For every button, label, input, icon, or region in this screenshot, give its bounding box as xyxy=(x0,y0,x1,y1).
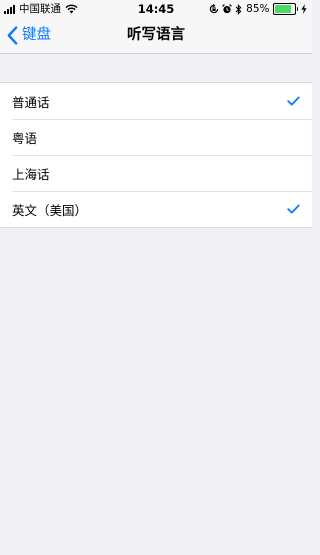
checkmark-icon xyxy=(287,96,300,106)
language-list: 普通话 粤语 上海话 英文（美国） xyxy=(0,82,312,228)
battery-tip xyxy=(296,7,298,11)
status-right: 85% xyxy=(206,2,307,16)
battery-fill xyxy=(274,5,291,13)
language-item-english-us[interactable]: 英文（美国） xyxy=(0,191,312,227)
checkmark-icon xyxy=(287,204,300,214)
language-label: 英文（美国） xyxy=(12,202,88,218)
battery-icon xyxy=(272,3,296,15)
battery-percent: 85% xyxy=(246,3,270,15)
charging-icon xyxy=(301,4,307,14)
language-label: 粤语 xyxy=(12,130,38,146)
language-label: 上海话 xyxy=(12,166,50,182)
navigation-bar: 键盘 听写语言 xyxy=(0,18,312,54)
language-item-shanghainese[interactable]: 上海话 xyxy=(0,155,312,191)
bluetooth-icon xyxy=(235,3,242,15)
language-item-mandarin[interactable]: 普通话 xyxy=(0,83,312,119)
page-title: 听写语言 xyxy=(127,27,185,43)
status-bar: 中国联通 14:45 85% xyxy=(0,0,312,18)
language-item-cantonese[interactable]: 粤语 xyxy=(0,119,312,155)
lock-rotation-icon xyxy=(209,4,219,14)
alarm-icon xyxy=(222,4,232,14)
language-label: 普通话 xyxy=(12,94,50,110)
